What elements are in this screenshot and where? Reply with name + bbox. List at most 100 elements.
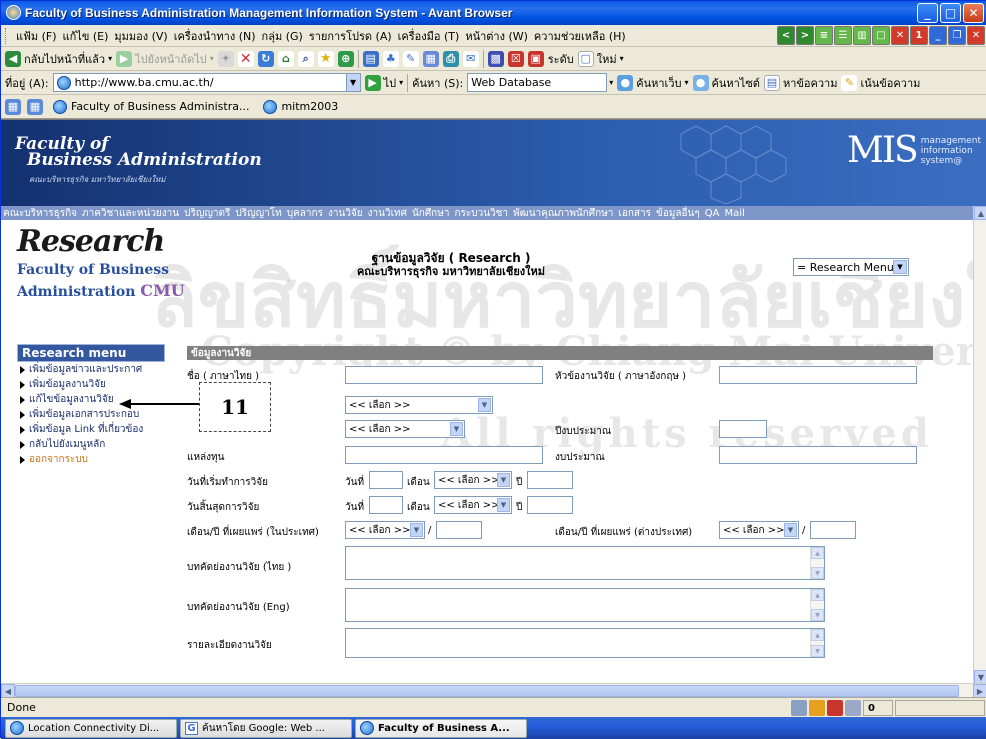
prev-window-icon[interactable]: < — [777, 26, 795, 45]
nav-link[interactable]: คณะบริหารธุรกิจ — [3, 206, 77, 220]
doc-minimize-button[interactable]: _ — [929, 26, 947, 45]
sidebar-item-main-menu[interactable]: กลับไปยังเมนูหลัก — [17, 437, 165, 452]
scroll-right-icon[interactable]: ▶ — [973, 684, 986, 697]
menu-window[interactable]: หน้าต่าง (W) — [462, 27, 531, 45]
maximize-button[interactable]: □ — [940, 3, 961, 23]
taskbar-item-active[interactable]: Faculty of Business A... — [355, 718, 527, 738]
pub-foreign-month-select[interactable]: << เลือก >> ▼ — [719, 521, 799, 539]
pub-domestic-year-input[interactable] — [436, 521, 482, 539]
research-menu-select[interactable]: = Research Menu = ▼ — [793, 258, 909, 276]
security-icon[interactable] — [845, 700, 861, 716]
go-button[interactable]: ▶ ไป ▾ — [364, 74, 403, 92]
address-input[interactable]: http://www.ba.cmu.ac.th/ ▼ — [52, 73, 361, 92]
popup-block-icon[interactable]: ☒ — [507, 50, 524, 67]
nav-link[interactable]: ภาควิชาและหน่วยงาน — [82, 206, 179, 220]
nav-link[interactable]: เอกสาร — [618, 206, 651, 220]
menu-edit[interactable]: แก้ไข (E) — [60, 27, 112, 45]
scroll-down-icon[interactable]: ▼ — [811, 645, 824, 657]
refresh-icon[interactable]: ↻ — [257, 50, 274, 67]
doc-close-button[interactable]: ✕ — [967, 26, 985, 45]
pub-domestic-month-select[interactable]: << เลือก >> ▼ — [345, 521, 425, 539]
nav-link[interactable]: งานวิเทศ — [368, 206, 407, 220]
new-tab-button[interactable]: ▢ ใหม่ ▾ — [577, 50, 624, 68]
nav-link[interactable]: งานวิจัย — [328, 206, 363, 220]
forward-button[interactable]: ▶ ไปยังหน้าถัดไป ▾ — [116, 50, 214, 68]
scroll-left-icon[interactable]: ◀ — [1, 684, 15, 697]
sidebar-item-add-link[interactable]: เพิ่มข้อมูล Link ที่เกี่ยวข้อง — [17, 422, 165, 437]
address-dropdown-icon[interactable]: ▼ — [345, 74, 360, 91]
new-window-icon[interactable]: ▤ — [362, 50, 379, 67]
nav-link[interactable]: กระบวนวิชา — [454, 206, 508, 220]
restore-all-icon[interactable]: □ — [872, 26, 890, 45]
textarea-scrollbar[interactable]: ▲ ▼ — [810, 547, 824, 579]
page-viewport[interactable]: Faculty of Business Administration คณะบร… — [1, 119, 986, 697]
popup-blocker-icon[interactable] — [827, 700, 843, 716]
fund-source-input[interactable] — [345, 446, 543, 464]
close-button[interactable]: ✕ — [963, 3, 984, 23]
flash-block-icon[interactable]: ▩ — [487, 50, 504, 67]
scroll-up-icon[interactable]: ▲ — [811, 547, 824, 559]
pub-foreign-year-input[interactable] — [810, 521, 856, 539]
image-block-icon[interactable]: ▣ — [527, 50, 544, 67]
search-dropdown-icon[interactable]: ▾ — [609, 78, 613, 87]
sidebar-item-add-research[interactable]: เพิ่มข้อมูลงานวิจัย — [17, 377, 165, 392]
nav-link[interactable]: QA — [705, 208, 720, 219]
faculty-logo[interactable]: Faculty of Business Administration คณะบร… — [15, 136, 262, 188]
menu-file[interactable]: แฟ้ม (F) — [13, 27, 60, 45]
print-icon[interactable]: ⎙ — [442, 50, 459, 67]
scroll-down-icon[interactable]: ▼ — [811, 567, 824, 579]
nav-link[interactable]: นักศึกษา — [412, 206, 450, 220]
sidebar-item-add-document[interactable]: เพิ่มข้อมูลเอกสารประกอบ — [17, 407, 165, 422]
start-day-input[interactable] — [369, 471, 403, 489]
window-count-icon[interactable]: 1 — [910, 26, 928, 45]
stop-icon[interactable]: ✕ — [237, 50, 254, 67]
nav-link[interactable]: ปริญญาตรี — [184, 206, 230, 220]
next-window-icon[interactable]: > — [796, 26, 814, 45]
abstract-en-textarea[interactable]: ▲ ▼ — [345, 588, 825, 622]
nav-link[interactable]: พัฒนาคุณภาพนักศึกษา — [513, 206, 613, 220]
zoom-level-button[interactable]: ระดับ — [548, 50, 574, 68]
textarea-scrollbar[interactable]: ▲ ▼ — [810, 629, 824, 657]
nav-link[interactable]: ปริญญาโท — [235, 206, 281, 220]
budget-input[interactable] — [719, 446, 917, 464]
sidebar-item-logout[interactable]: ออกจากระบบ — [17, 452, 165, 467]
menu-navigation[interactable]: เครื่องนำทาง (N) — [171, 27, 259, 45]
flash-icon[interactable] — [809, 700, 825, 716]
tab-faculty[interactable]: Faculty of Business Administra... — [49, 99, 253, 115]
tile-horizontal-icon[interactable]: ☰ — [834, 26, 852, 45]
menu-tools[interactable]: เครื่องมือ (T) — [395, 27, 463, 45]
title-bar[interactable]: Faculty of Business Administration Manag… — [1, 1, 986, 25]
research-category-select[interactable]: << เลือก >> ▼ — [345, 420, 465, 438]
sidebar-item-add-news[interactable]: เพิ่มข้อมูลข่าวและประกาศ — [17, 362, 165, 377]
nav-link[interactable]: Mail — [724, 208, 744, 219]
start-month-select[interactable]: << เลือก >> ▼ — [434, 471, 512, 489]
find-text-button[interactable]: ▤ หาข้อความ — [763, 74, 837, 92]
highlight-button[interactable]: ✎ เน้นข้อความ — [841, 74, 920, 92]
favorites-icon[interactable]: ▦ — [27, 98, 43, 115]
vertical-scrollbar[interactable]: ▲ ▼ — [973, 206, 986, 684]
title-th-input[interactable] — [345, 366, 543, 384]
taskbar-item[interactable]: G ค้นหาโดย Google: Web ... — [180, 718, 352, 738]
close-all-icon[interactable]: ✕ — [891, 26, 909, 45]
home-icon[interactable]: ⌂ — [277, 50, 294, 67]
stop-disabled-icon[interactable]: ✦ — [217, 50, 234, 67]
scroll-up-icon[interactable]: ▲ — [811, 629, 824, 641]
favorites-star-icon[interactable]: ★ — [317, 50, 334, 67]
taskbar-item[interactable]: Location Connectivity Di... — [5, 718, 177, 738]
back-button[interactable]: ◀ กลับไปหน้าที่แล้ว ▾ — [5, 50, 112, 68]
tab-mitm2003[interactable]: mitm2003 — [259, 99, 342, 115]
end-month-select[interactable]: << เลือก >> ▼ — [434, 496, 512, 514]
tile-vertical-icon[interactable]: ▥ — [853, 26, 871, 45]
people-icon[interactable]: ♣ — [382, 50, 399, 67]
abstract-th-textarea[interactable]: ▲ ▼ — [345, 546, 825, 580]
scroll-thumb[interactable] — [15, 685, 959, 697]
textarea-scrollbar[interactable]: ▲ ▼ — [810, 589, 824, 621]
menu-group[interactable]: กลุ่ม (G) — [259, 27, 306, 45]
menu-favorites[interactable]: รายการโปรด (A) — [306, 27, 395, 45]
network-icon[interactable] — [791, 700, 807, 716]
history-icon[interactable]: ⊕ — [337, 50, 354, 67]
menu-view[interactable]: มุมมอง (V) — [111, 27, 170, 45]
start-year-input[interactable] — [527, 471, 573, 489]
site-search-button[interactable]: ● ค้นหาไซต์ — [692, 74, 760, 92]
web-search-button[interactable]: ● ค้นหาเว็บ ▾ — [617, 74, 689, 92]
